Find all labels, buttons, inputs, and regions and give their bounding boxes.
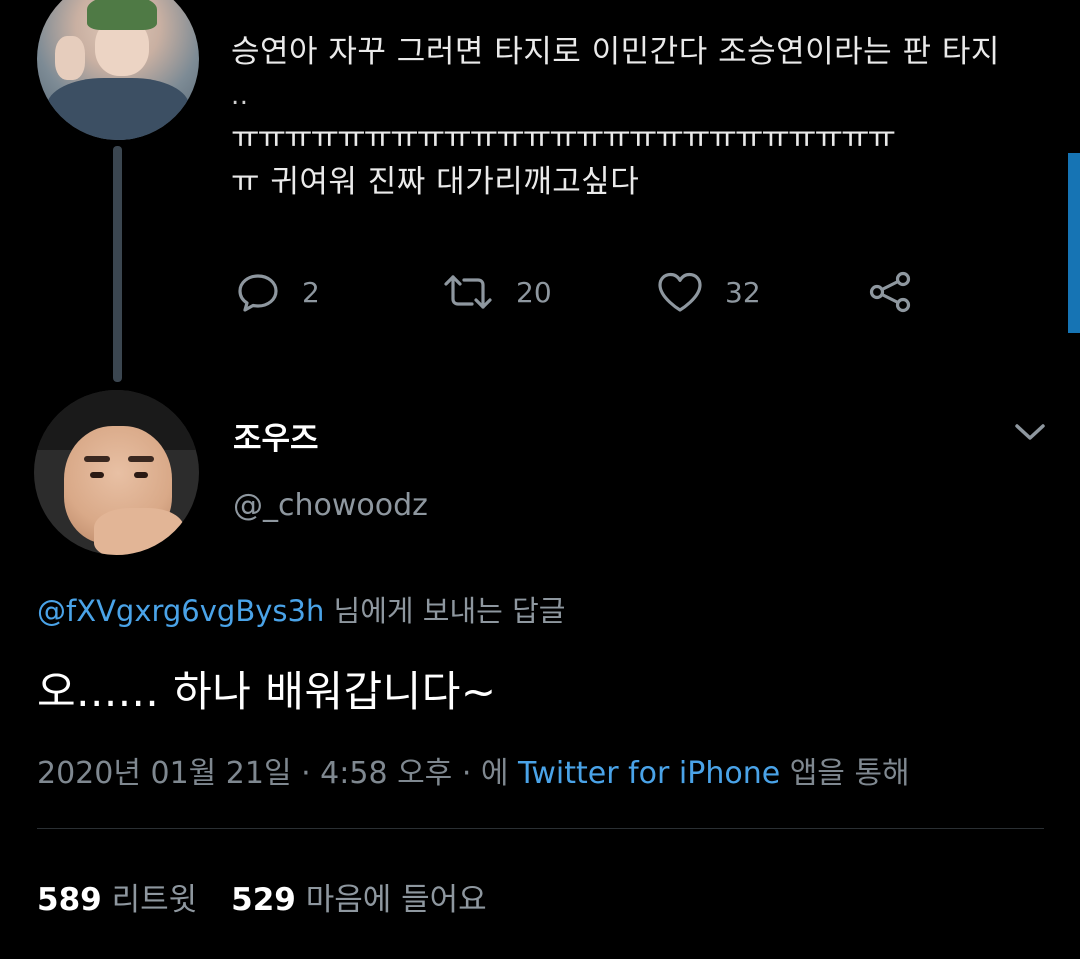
avatar-photo-eye (90, 472, 104, 478)
retweets-label: 리트윗 (111, 882, 198, 918)
tweet-timestamp: 2020년 01월 21일 · 4:58 오후 · 에 (37, 756, 519, 791)
reply-icon (234, 268, 282, 316)
divider (37, 828, 1044, 829)
author-display-name[interactable]: 조우즈 (233, 413, 319, 458)
avatar-photo-hair (87, 0, 157, 30)
reply-to-suffix: 님에게 보내는 답글 (333, 594, 566, 628)
retweets-stat[interactable]: 589 리트윗 (37, 882, 197, 918)
likes-count: 529 (231, 882, 296, 918)
chevron-down-icon (1012, 424, 1048, 450)
avatar-photo-brow (128, 456, 154, 462)
author-handle[interactable]: @_chowoodz (233, 488, 428, 523)
share-button[interactable] (865, 262, 915, 322)
parent-tweet-line-1: 승연아 자꾸 그러면 타지로 이민간다 조승연이라는 판 타지 (231, 34, 1000, 70)
main-avatar[interactable] (34, 390, 199, 555)
like-button[interactable]: 32 (655, 262, 761, 322)
avatar-photo-eye (134, 472, 148, 478)
main-tweet-text: 오...... 하나 배워갑니다~ (37, 667, 497, 716)
likes-label: 마음에 들어요 (305, 882, 487, 918)
avatar-photo-jacket (47, 78, 189, 140)
parent-tweet-line-2: .. (231, 81, 249, 111)
reply-to-line: @fXVgxrg6vgBys3h 님에게 보내는 답글 (37, 588, 565, 630)
tweet-source-link[interactable]: Twitter for iPhone (518, 756, 780, 791)
like-count: 32 (725, 275, 761, 309)
avatar-photo-hand (94, 508, 184, 555)
parent-avatar[interactable] (37, 0, 199, 140)
parent-tweet-line-3: ㅠㅠㅠㅠㅠㅠㅠㅠㅠㅠㅠㅠㅠㅠㅠㅠㅠㅠㅠㅠㅠㅠㅠㅠㅠ (231, 120, 896, 156)
retweet-button[interactable]: 20 (440, 262, 552, 322)
reply-button[interactable]: 2 (234, 262, 320, 322)
scrollbar-thumb[interactable] (1068, 153, 1080, 333)
retweets-count: 589 (37, 882, 102, 918)
parent-tweet-line-4: ㅠ 귀여워 진짜 대가리깨고싶다 (231, 164, 640, 200)
likes-stat[interactable]: 529 마음에 들어요 (231, 882, 487, 918)
retweet-count: 20 (516, 275, 552, 309)
thread-connector-line (113, 146, 122, 382)
avatar-photo-hand (55, 36, 85, 80)
retweet-icon (440, 268, 496, 316)
tweet-source-suffix: 앱을 통해 (780, 756, 910, 791)
tweet-meta: 2020년 01월 21일 · 4:58 오후 · 에 Twitter for … (37, 748, 910, 792)
avatar-photo-brow (84, 456, 110, 462)
reply-to-mention-link[interactable]: @fXVgxrg6vgBys3h (37, 594, 324, 628)
tweet-menu-button[interactable] (1012, 418, 1048, 450)
like-icon (655, 268, 705, 316)
reply-count: 2 (302, 275, 320, 309)
parent-tweet-actions: 2 20 32 (230, 262, 950, 322)
parent-tweet-text: 승연아 자꾸 그러면 타지로 이민간다 조승연이라는 판 타지 .. ㅠㅠㅠㅠㅠ… (231, 30, 1051, 204)
tweet-stats: 589 리트윗 529 마음에 들어요 (37, 874, 487, 919)
share-icon (865, 268, 915, 316)
